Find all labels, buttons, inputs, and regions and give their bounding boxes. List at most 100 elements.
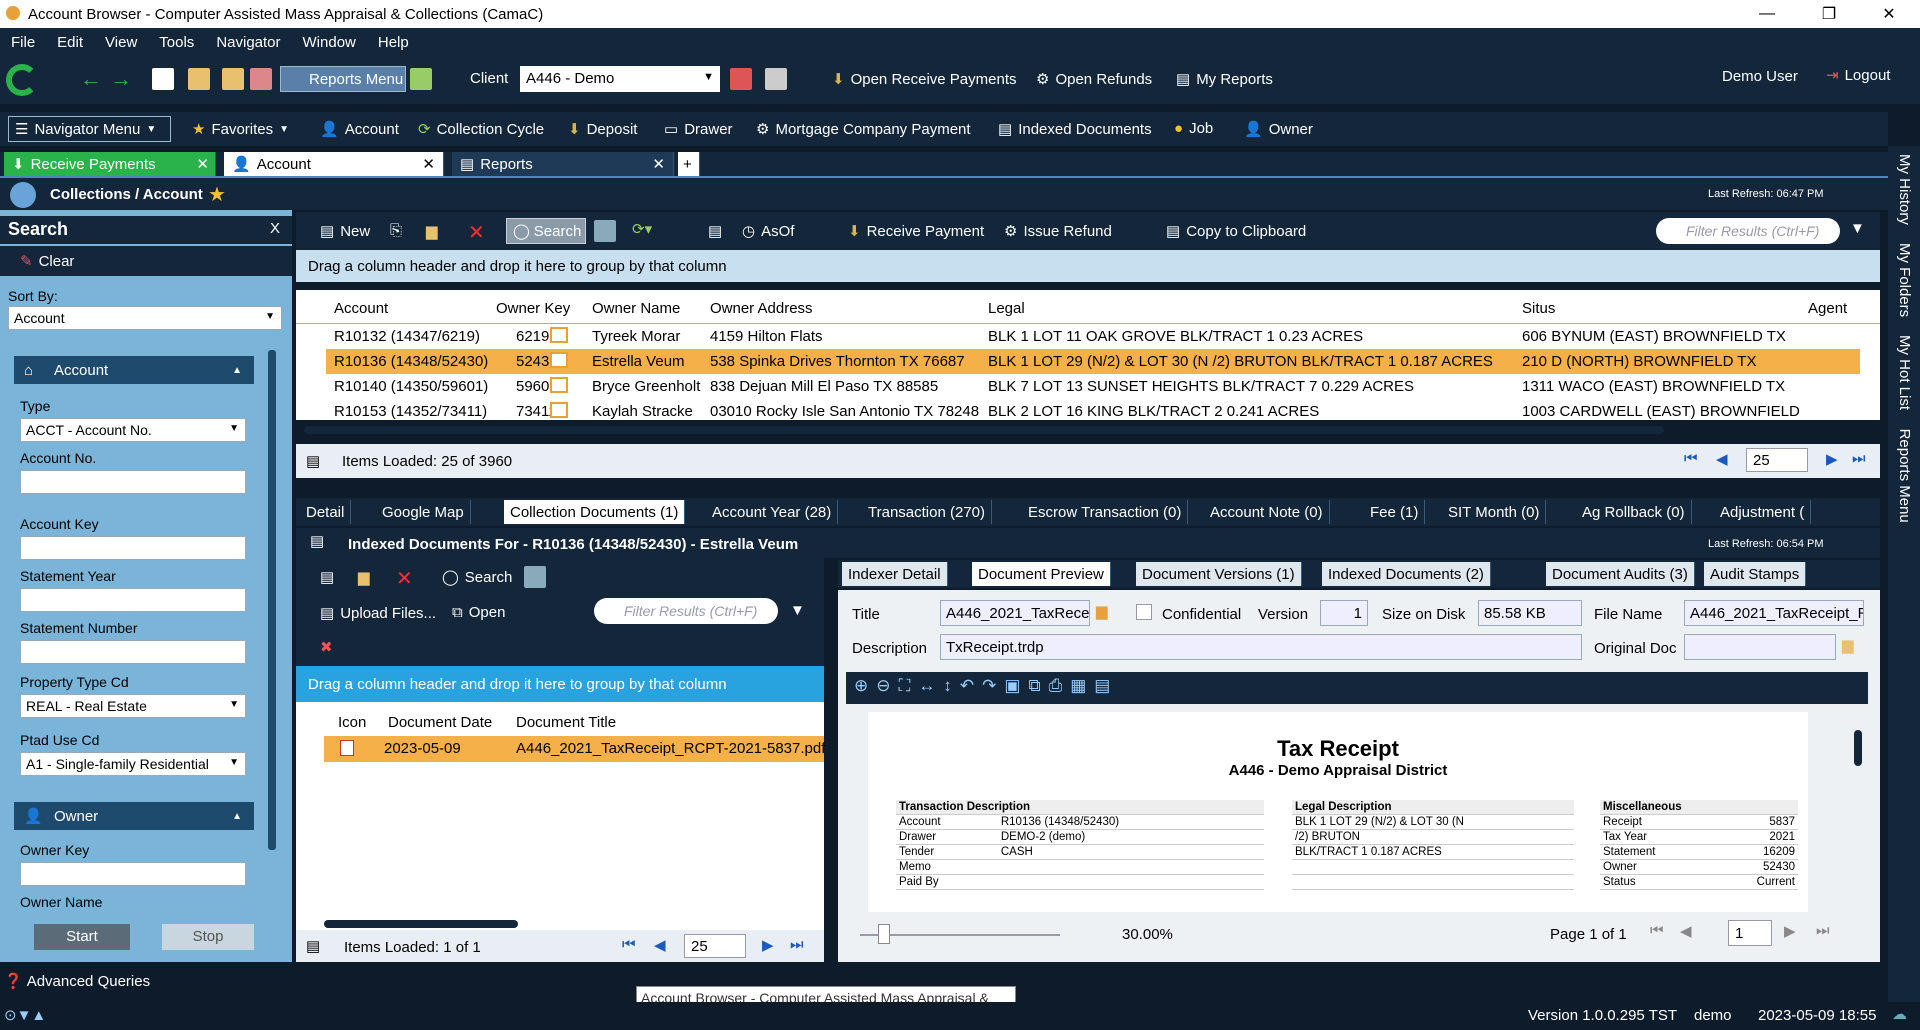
zoom-in-icon[interactable]: ⊕ xyxy=(854,676,876,695)
favorites-button[interactable]: ★ Favorites ▼ xyxy=(192,120,289,139)
menu-file[interactable]: File xyxy=(0,34,46,51)
first-page-icon[interactable]: ⏮ xyxy=(622,936,636,953)
detail-tab[interactable]: Adjustment ( xyxy=(1714,500,1812,524)
col-account[interactable]: Account xyxy=(334,300,388,317)
next-page-icon[interactable]: ▶ xyxy=(1784,922,1796,940)
nav-drawer[interactable]: ▭ Drawer xyxy=(664,120,733,139)
indexed-row[interactable]: 2023-05-09 A446_2021_TaxReceipt_RCPT-202… xyxy=(324,736,825,762)
detail-tab[interactable]: Transaction (270) xyxy=(862,500,992,524)
zoom-slider[interactable] xyxy=(860,924,1060,944)
save-layout-icon[interactable] xyxy=(594,220,616,242)
status-icons[interactable]: ⊙▼▲ xyxy=(4,1006,46,1024)
rotate-right-icon[interactable]: ↷ xyxy=(982,676,1004,695)
version-field[interactable]: 1 xyxy=(1320,600,1368,626)
first-page-icon[interactable]: ⏮ xyxy=(1684,450,1698,467)
menu-edit[interactable]: Edit xyxy=(46,34,94,51)
indexed-page-size[interactable]: 25 xyxy=(684,934,746,958)
prev-page-icon[interactable]: ◀ xyxy=(1716,450,1728,468)
new-button[interactable]: ▤ New xyxy=(320,222,370,241)
page-icon[interactable]: ▤ xyxy=(1094,676,1118,695)
upload-files-button[interactable]: ▤ Upload Files... xyxy=(320,604,436,623)
table-row[interactable]: R10132 (14347/6219) 6219 Tyreek Morar 4159 … xyxy=(326,324,1860,349)
sort-by-select[interactable]: Account xyxy=(8,306,282,330)
help-icon[interactable] xyxy=(410,68,432,90)
statement-number-input[interactable] xyxy=(20,640,246,664)
remove-filter-icon[interactable]: ✖ xyxy=(320,638,333,656)
close-tab-icon[interactable]: ✕ xyxy=(652,155,665,173)
nav-mortgage[interactable]: ⚙ Mortgage Company Payment xyxy=(756,120,971,139)
detail-tab[interactable]: Account Year (28) xyxy=(706,500,839,524)
preview-scrollbar[interactable] xyxy=(1854,730,1862,766)
col-document-date[interactable]: Document Date xyxy=(388,714,492,731)
table-row[interactable]: R10140 (14350/59601) 59601 Bryce Greenholt… xyxy=(326,374,1860,399)
client-select[interactable]: A446 - Demo ▼ xyxy=(520,66,720,92)
doc-tab[interactable]: Audit Stamps xyxy=(1704,562,1807,586)
close-tab-icon[interactable]: ✕ xyxy=(196,155,209,173)
rotate-left-icon[interactable]: ↶ xyxy=(960,676,982,695)
menu-view[interactable]: View xyxy=(94,34,148,51)
col-document-title[interactable]: Document Title xyxy=(516,714,616,731)
maximize-icon[interactable]: ❐ xyxy=(1806,0,1852,28)
detail-tab[interactable]: Collection Documents (1) xyxy=(504,500,686,524)
new-document-icon[interactable] xyxy=(152,68,174,90)
tab-account[interactable]: 👤 Account ✕ xyxy=(224,152,444,176)
folder-icon[interactable]: ▆ xyxy=(1842,636,1854,654)
menu-help[interactable]: Help xyxy=(367,34,420,51)
save-layout-icon[interactable] xyxy=(524,566,546,588)
new-doc-icon[interactable]: ▤ xyxy=(320,568,334,586)
indexed-hscrollbar[interactable] xyxy=(324,920,518,928)
fit-icon[interactable]: ⛶ xyxy=(899,676,919,695)
tab-receive-payments[interactable]: ⬇ Receive Payments ✕ xyxy=(4,152,216,176)
col-owner-address[interactable]: Owner Address xyxy=(710,300,813,317)
nav-job[interactable]: ● Job xyxy=(1174,120,1213,137)
doc-tab[interactable]: Document Versions (1) xyxy=(1136,562,1302,586)
statement-year-input[interactable] xyxy=(20,588,246,612)
owner-key-input[interactable] xyxy=(20,862,246,886)
grid-page-size[interactable]: 25 xyxy=(1746,448,1808,472)
prev-page-icon[interactable]: ◀ xyxy=(1680,922,1692,940)
folder-icon[interactable] xyxy=(222,68,244,90)
minimize-icon[interactable]: — xyxy=(1744,0,1790,28)
folder-icon[interactable] xyxy=(550,377,568,393)
open-button[interactable]: ⧉ Open xyxy=(452,604,505,621)
nav-collection-cycle[interactable]: ⟳ Collection Cycle xyxy=(418,120,544,139)
doc-tab[interactable]: Indexed Documents (2) xyxy=(1322,562,1491,586)
new-tab-button[interactable]: + xyxy=(678,152,700,176)
col-owner-key[interactable]: Owner Key xyxy=(496,300,570,317)
navigator-menu-button[interactable]: ☰ Navigator Menu ▼ xyxy=(8,116,171,142)
filter-icon[interactable]: ▼ xyxy=(1850,220,1865,237)
sidebar-my-folders[interactable]: My Folders xyxy=(1896,243,1913,317)
print-icon[interactable]: ⎙ xyxy=(1049,676,1071,695)
detail-tab[interactable]: Ag Rollback (0) xyxy=(1576,500,1692,524)
doc-tab[interactable]: Document Preview xyxy=(972,562,1111,586)
confidential-checkbox[interactable] xyxy=(1136,604,1152,620)
open-receive-payments-button[interactable]: ⬇ Open Receive Payments xyxy=(832,70,1017,89)
sidebar-reports-menu[interactable]: Reports Menu xyxy=(1896,429,1913,523)
sidebar-my-history[interactable]: My History xyxy=(1896,154,1913,225)
open-refunds-button[interactable]: ⚙ Open Refunds xyxy=(1036,70,1152,89)
logout-button[interactable]: ⇥ Logout xyxy=(1826,66,1890,85)
description-field[interactable]: TxReceipt.trdp xyxy=(940,634,1582,660)
zoom-slider-thumb[interactable] xyxy=(878,924,890,944)
account-no-input[interactable] xyxy=(20,470,246,494)
owner-section-header[interactable]: 👤 Owner ▲ xyxy=(14,802,254,830)
doc-tab[interactable]: Document Audits (3) xyxy=(1546,562,1695,586)
original-doc-field[interactable] xyxy=(1684,634,1836,660)
detail-tab[interactable]: SIT Month (0) xyxy=(1442,500,1547,524)
issue-refund-button[interactable]: ⚙ Issue Refund xyxy=(1004,222,1112,241)
indexed-layout-icon[interactable]: ▤ xyxy=(306,937,320,955)
close-icon[interactable]: ✕ xyxy=(1866,0,1912,28)
file-name-field[interactable]: A446_2021_TaxReceipt_RC xyxy=(1684,600,1864,626)
indexed-filter-input[interactable]: Filter Results (Ctrl+F) xyxy=(594,598,778,624)
first-page-icon[interactable]: ⏮ xyxy=(1650,922,1664,939)
table-row[interactable]: R10136 (14348/52430) 52430 Estrella Veum 53… xyxy=(326,349,1860,374)
back-arrow-icon[interactable]: ← xyxy=(80,66,102,92)
search-close-button[interactable]: X xyxy=(270,220,280,237)
my-reports-button[interactable]: ▤ My Reports xyxy=(1176,70,1273,89)
search-scrollbar[interactable] xyxy=(268,350,276,850)
detail-tab[interactable]: Escrow Transaction (0) xyxy=(1022,500,1189,524)
folder-icon[interactable] xyxy=(550,327,568,343)
last-page-icon[interactable]: ⏭ xyxy=(1816,922,1830,939)
nav-owner[interactable]: 👤 Owner xyxy=(1244,120,1313,139)
nav-indexed-documents[interactable]: ▤ Indexed Documents xyxy=(998,120,1152,139)
